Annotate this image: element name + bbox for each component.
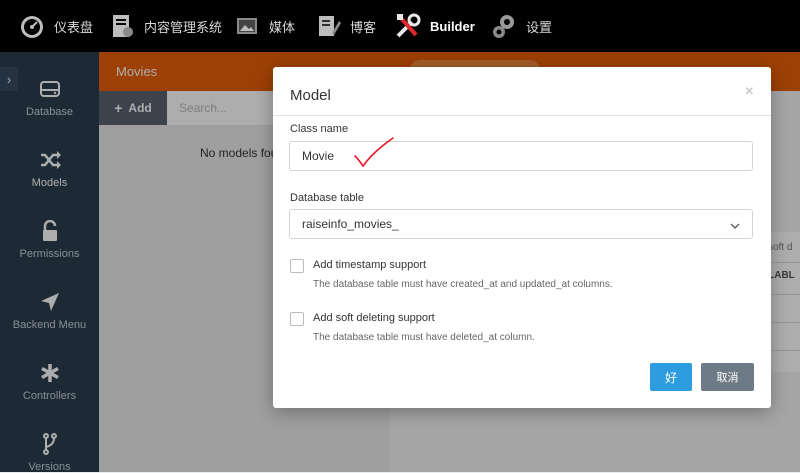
nav-label-settings: 设置 xyxy=(526,19,553,35)
soft-delete-help-text: The database table must have deleted_at … xyxy=(313,332,535,343)
top-navigation-bar: 仪表盘 内容管理系统 媒体 博客 Builder 设置 xyxy=(0,0,800,52)
handwritten-check-annotation xyxy=(354,137,394,168)
ok-button[interactable]: 好 xyxy=(650,363,692,391)
blog-icon xyxy=(314,12,342,40)
dialog-header-divider xyxy=(273,115,771,116)
nav-label-blog: 博客 xyxy=(350,19,377,35)
nav-item-blog[interactable]: 博客 xyxy=(314,0,376,52)
class-name-value: Movie xyxy=(302,149,335,163)
cms-icon xyxy=(108,12,136,40)
media-icon xyxy=(233,12,261,40)
nav-item-cms[interactable]: 内容管理系统 xyxy=(108,0,222,52)
settings-gears-icon xyxy=(490,12,518,40)
nav-label-dashboard: 仪表盘 xyxy=(54,19,94,35)
close-icon[interactable]: × xyxy=(745,83,754,101)
nav-label-cms: 内容管理系统 xyxy=(144,19,223,35)
chevron-down-icon xyxy=(730,219,740,233)
nav-item-dashboard[interactable]: 仪表盘 xyxy=(18,0,93,52)
database-table-label: Database table xyxy=(290,192,364,204)
class-name-label: Class name xyxy=(290,123,349,135)
nav-item-media[interactable]: 媒体 xyxy=(233,0,295,52)
nav-item-builder[interactable]: Builder xyxy=(394,0,475,52)
soft-delete-label[interactable]: Add soft deleting support xyxy=(313,312,435,324)
nav-label-media: 媒体 xyxy=(269,19,296,35)
builder-tools-icon xyxy=(394,12,422,40)
dashboard-icon xyxy=(18,12,46,40)
soft-delete-checkbox[interactable] xyxy=(290,312,304,326)
model-dialog: Model × Class name Movie Database table … xyxy=(273,67,771,408)
nav-label-builder: Builder xyxy=(430,18,475,34)
timestamp-label[interactable]: Add timestamp support xyxy=(313,259,426,271)
timestamp-checkbox[interactable] xyxy=(290,259,304,273)
database-table-value: raiseinfo_movies_ xyxy=(302,217,399,231)
dialog-title: Model xyxy=(290,87,331,104)
cancel-button[interactable]: 取消 xyxy=(701,363,754,391)
nav-item-settings[interactable]: 设置 xyxy=(490,0,552,52)
database-table-select[interactable]: raiseinfo_movies_ xyxy=(289,209,753,239)
timestamp-help-text: The database table must have created_at … xyxy=(313,279,613,290)
